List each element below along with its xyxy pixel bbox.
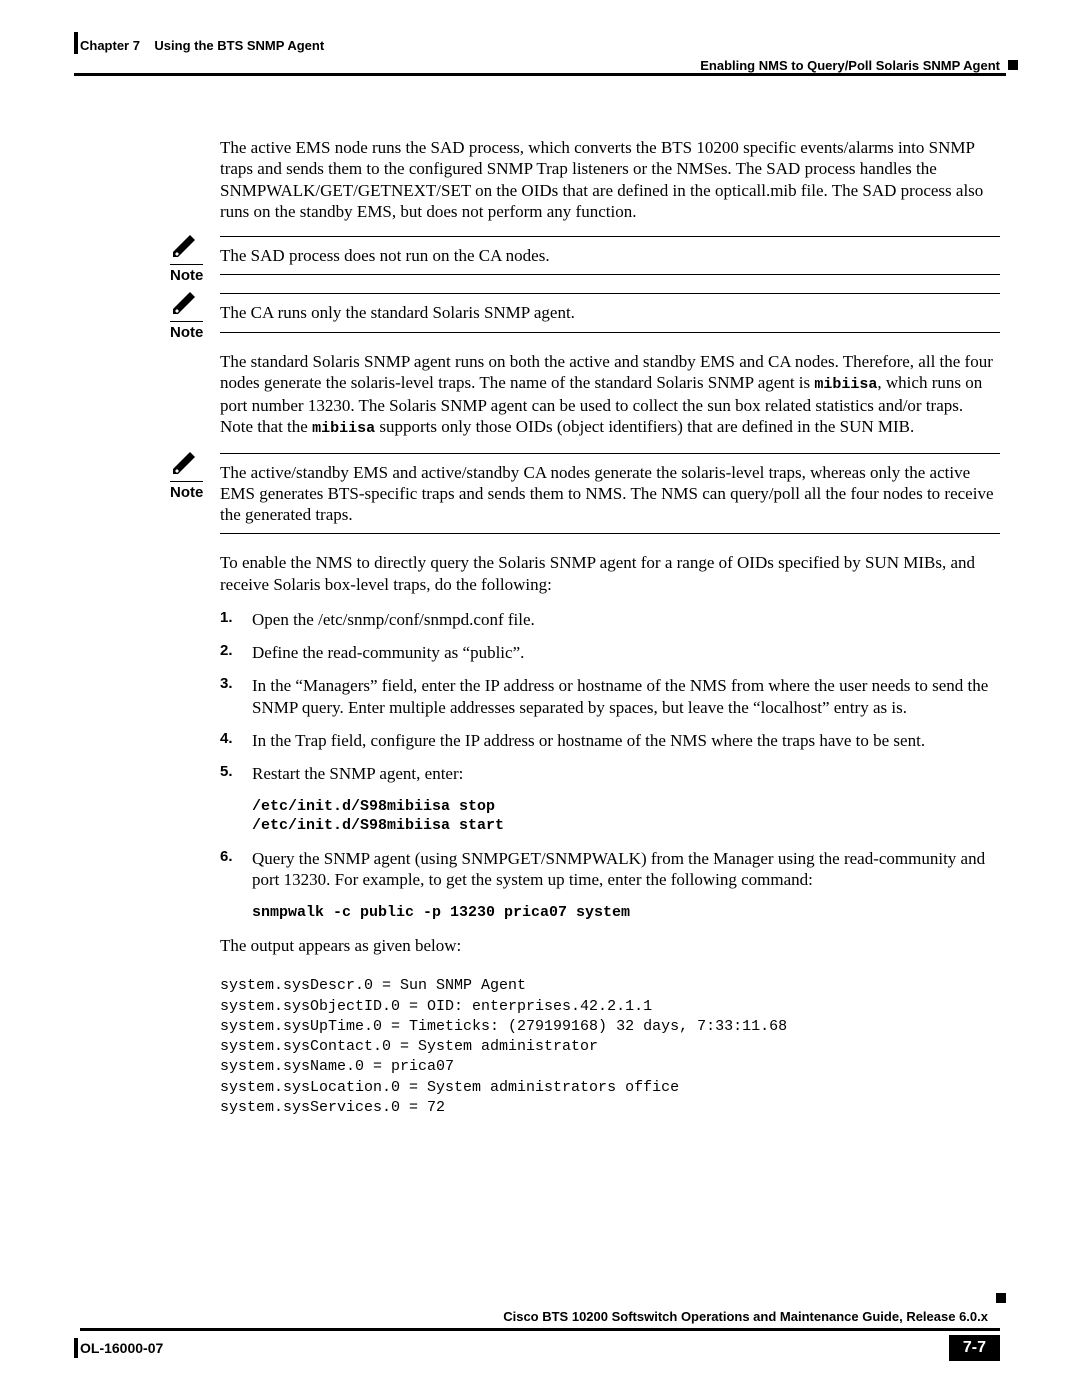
- body: The active EMS node runs the SAD process…: [220, 137, 1000, 1118]
- enable-intro: To enable the NMS to directly query the …: [220, 552, 1000, 595]
- footer-rule: Cisco BTS 10200 Softswitch Operations an…: [80, 1328, 1000, 1331]
- header-rule: [74, 73, 1006, 77]
- step-3: In the “Managers” field, enter the IP ad…: [220, 675, 1000, 718]
- intro-paragraph: The active EMS node runs the SAD process…: [220, 137, 1000, 222]
- pencil-icon: [170, 232, 200, 258]
- note-2-text: The CA runs only the standard Solaris SN…: [220, 293, 1000, 332]
- footer-marker: [996, 1293, 1006, 1303]
- steps-list: Open the /etc/snmp/conf/snmpd.conf file.…: [220, 609, 1000, 785]
- note-label: Note: [170, 321, 203, 343]
- solaris-paragraph: The standard Solaris SNMP agent runs on …: [220, 351, 1000, 439]
- note-1: Note The SAD process does not run on the…: [170, 236, 1000, 275]
- page-number: 7-7: [949, 1335, 1000, 1361]
- step-1: Open the /etc/snmp/conf/snmpd.conf file.: [220, 609, 1000, 630]
- guide-title: Cisco BTS 10200 Softswitch Operations an…: [503, 1309, 988, 1324]
- footer-row: OL-16000-07 7-7: [80, 1335, 1000, 1361]
- chapter-title: Using the BTS SNMP Agent: [154, 38, 324, 53]
- restart-command: /etc/init.d/S98mibiisa stop /etc/init.d/…: [252, 798, 1000, 836]
- page-header: Chapter 7 Using the BTS SNMP Agent Enabl…: [80, 32, 1000, 73]
- header-left: Chapter 7 Using the BTS SNMP Agent: [80, 32, 324, 73]
- note-label: Note: [170, 481, 203, 503]
- step-4: In the Trap field, configure the IP addr…: [220, 730, 1000, 751]
- doc-id: OL-16000-07: [80, 1340, 163, 1356]
- code-mibiisa: mibiisa: [814, 376, 877, 393]
- note-label: Note: [170, 264, 203, 286]
- step-5: Restart the SNMP agent, enter:: [220, 763, 1000, 784]
- output-intro: The output appears as given below:: [220, 935, 1000, 956]
- pencil-icon: [170, 289, 200, 315]
- note-3: Note The active/standby EMS and active/s…: [170, 453, 1000, 535]
- output-block: system.sysDescr.0 = Sun SNMP Agent syste…: [220, 976, 1000, 1118]
- code-mibiisa: mibiisa: [312, 420, 375, 437]
- note-1-text: The SAD process does not run on the CA n…: [220, 236, 1000, 275]
- note-2: Note The CA runs only the standard Solar…: [170, 293, 1000, 332]
- pencil-icon: [170, 449, 200, 475]
- chapter-label: Chapter 7: [80, 38, 140, 53]
- step-6: Query the SNMP agent (using SNMPGET/SNMP…: [220, 848, 1000, 891]
- note-3-text: The active/standby EMS and active/standb…: [220, 453, 1000, 535]
- page: Chapter 7 Using the BTS SNMP Agent Enabl…: [0, 0, 1080, 1397]
- snmpwalk-command: snmpwalk -c public -p 13230 prica07 syst…: [252, 904, 1000, 923]
- page-footer: Cisco BTS 10200 Softswitch Operations an…: [80, 1328, 1000, 1361]
- header-right: Enabling NMS to Query/Poll Solaris SNMP …: [700, 32, 1000, 73]
- steps-list-cont: Query the SNMP agent (using SNMPGET/SNMP…: [220, 848, 1000, 891]
- step-2: Define the read-community as “public”.: [220, 642, 1000, 663]
- text-segment: supports only those OIDs (object identif…: [375, 417, 914, 436]
- section-title: Enabling NMS to Query/Poll Solaris SNMP …: [700, 32, 1000, 73]
